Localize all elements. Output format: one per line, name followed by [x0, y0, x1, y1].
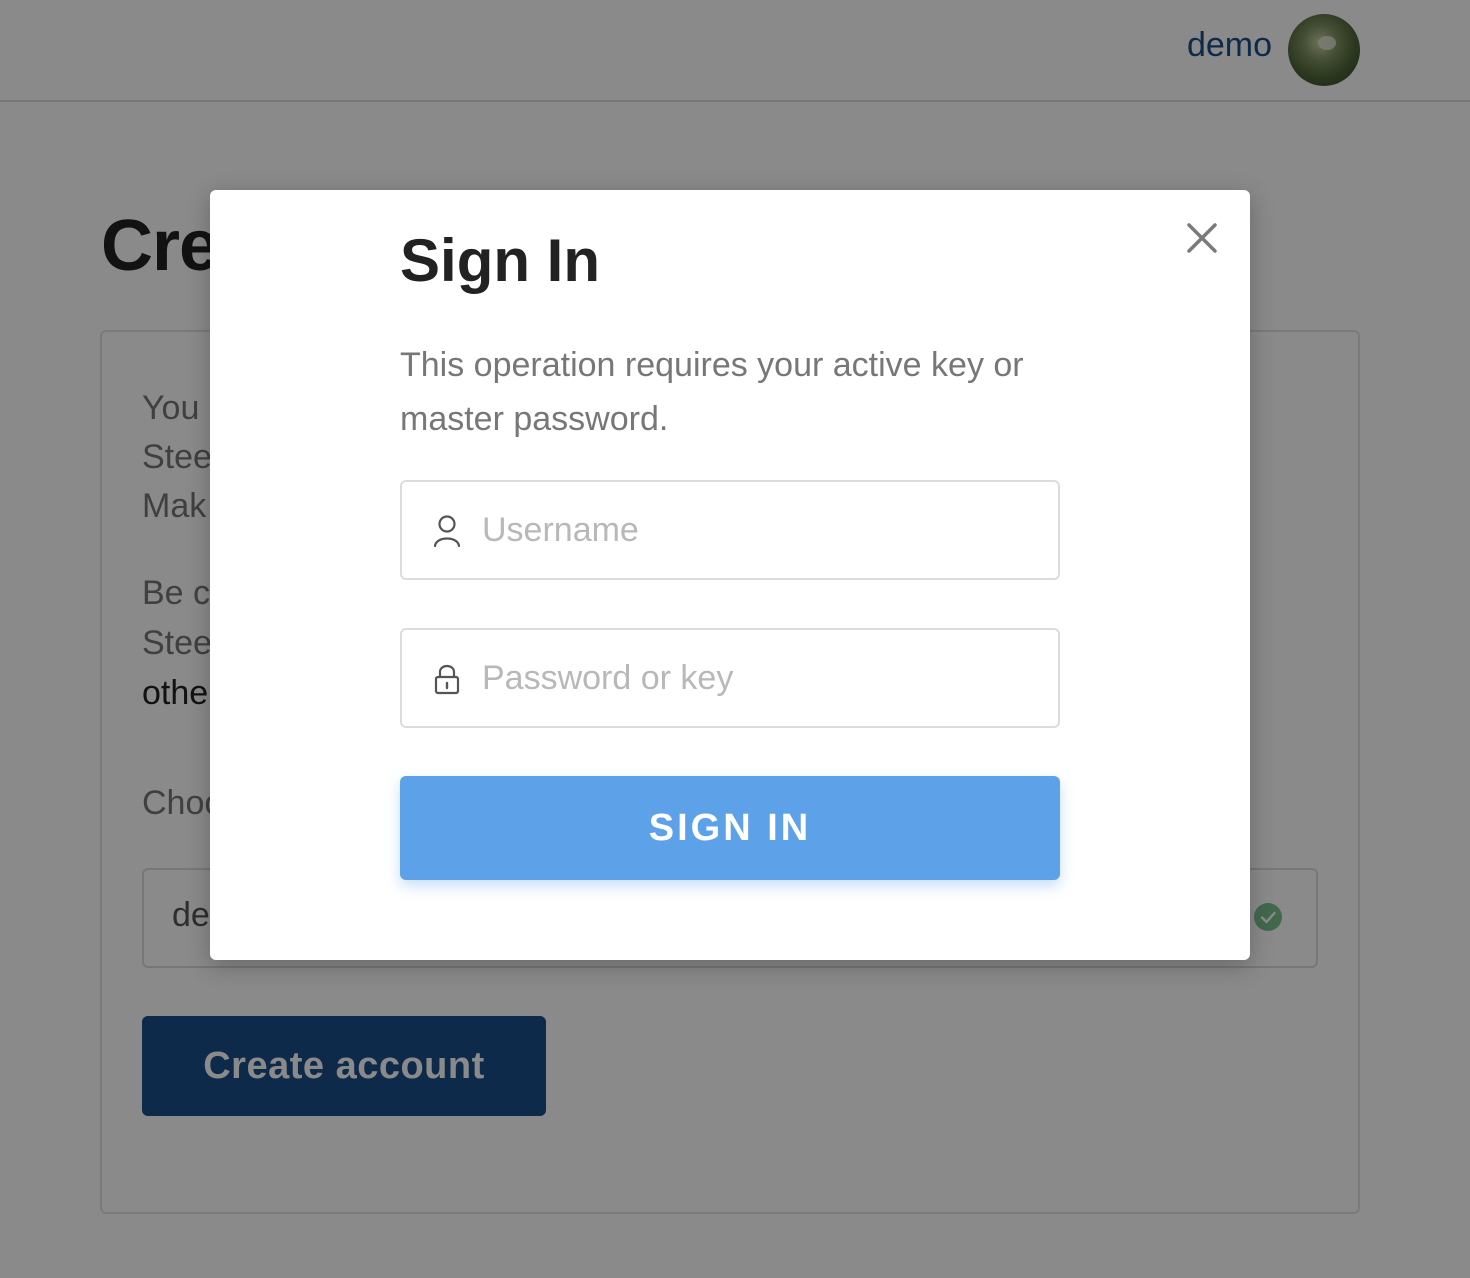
password-field[interactable] — [400, 628, 1060, 728]
lock-icon — [432, 662, 462, 696]
password-input[interactable] — [482, 630, 1042, 726]
user-icon — [432, 514, 462, 548]
sign-in-modal: Sign In This operation requires your act… — [210, 190, 1250, 960]
username-field[interactable] — [400, 480, 1060, 580]
username-input[interactable] — [482, 482, 1042, 578]
close-icon[interactable] — [1182, 218, 1222, 258]
modal-description: This operation requires your active key … — [400, 346, 1024, 438]
modal-title: Sign In — [400, 227, 600, 294]
sign-in-button[interactable]: SIGN IN — [400, 776, 1060, 880]
page: demo Create Account You Stee Mak Be ca S… — [0, 0, 1470, 1278]
